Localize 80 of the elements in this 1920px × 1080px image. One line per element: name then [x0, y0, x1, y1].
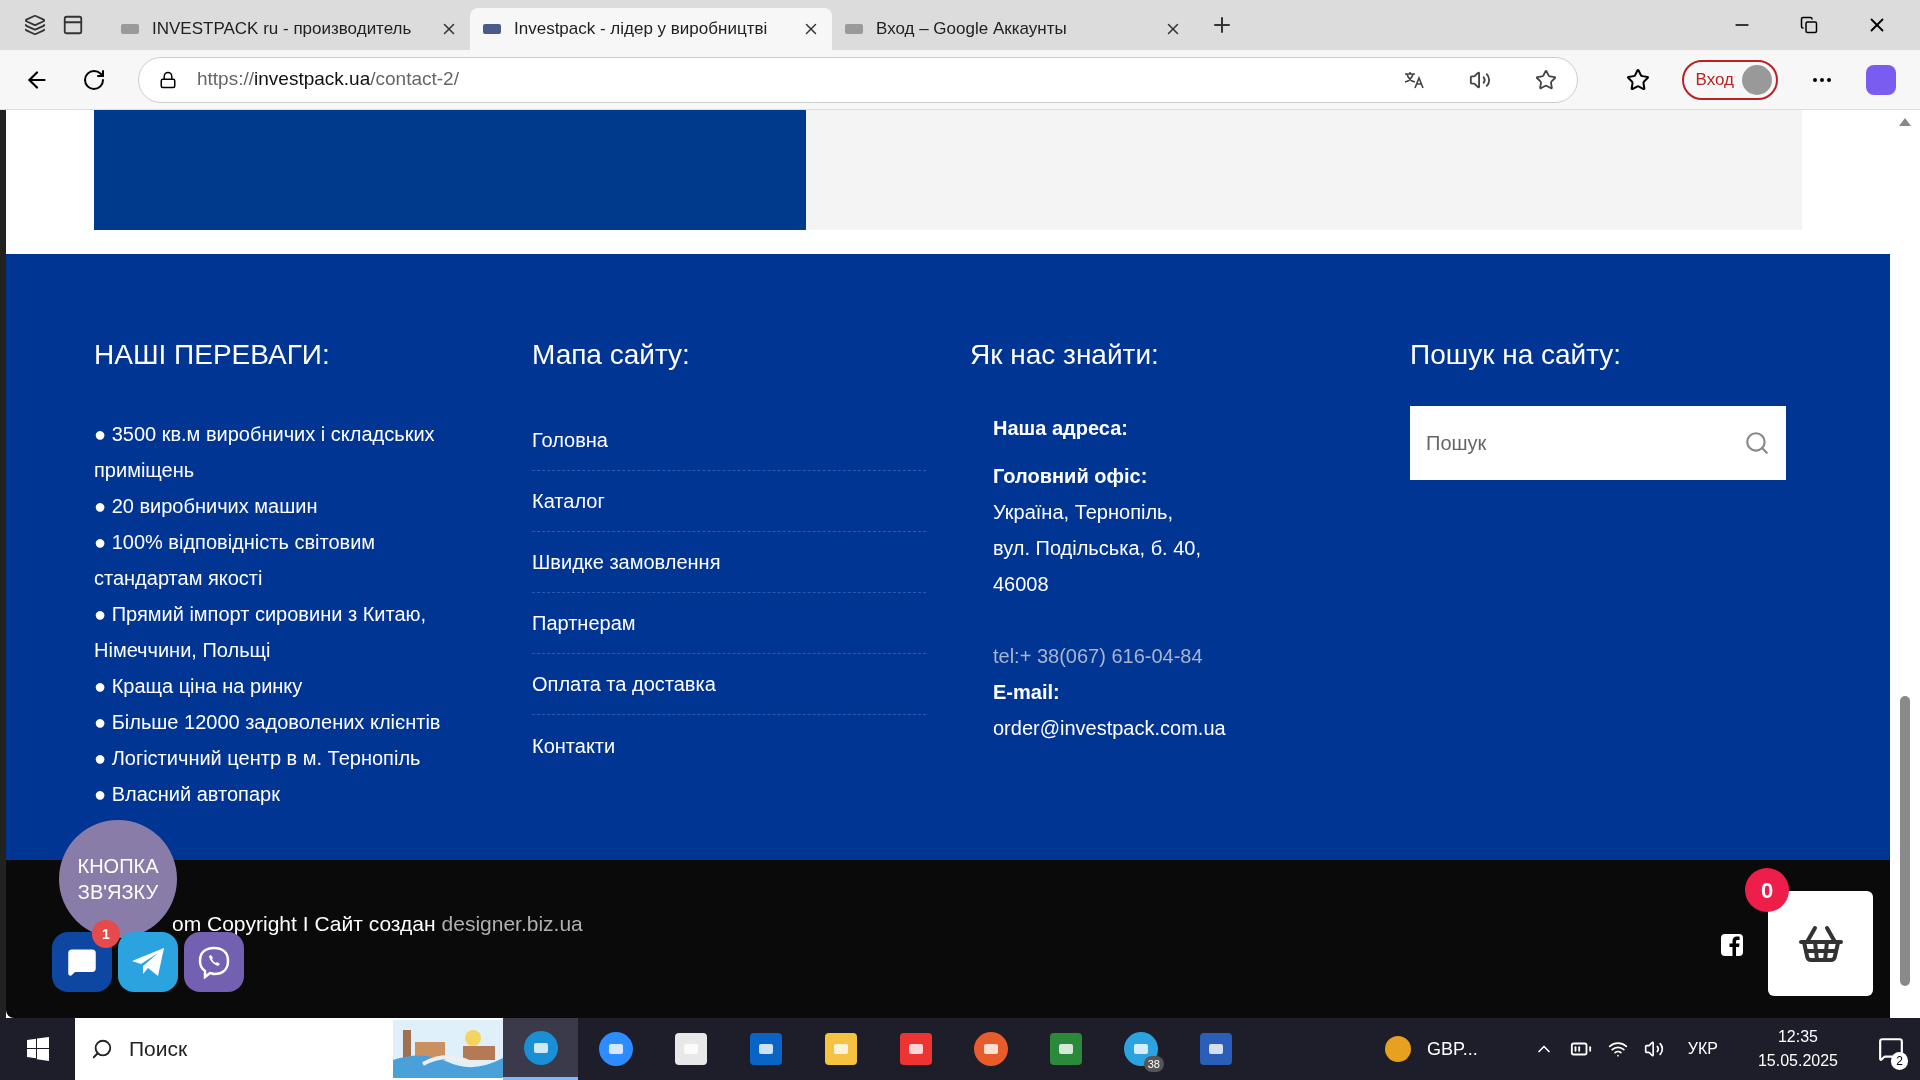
- notification-count: 2: [1891, 1052, 1908, 1070]
- address-line: вул. Подільська, б. 40,: [993, 536, 1202, 561]
- restore-icon[interactable]: [1800, 16, 1818, 34]
- paper-plane-icon: [131, 947, 165, 977]
- app-icon: [1122, 1031, 1159, 1067]
- taskbar-app[interactable]: 38: [1103, 1018, 1178, 1080]
- advantage-item: ● 100% відповідність світовим стандартам якості: [94, 530, 377, 591]
- language-indicator[interactable]: УКР: [1687, 1037, 1718, 1061]
- address-line: Україна, Тернопіль,: [993, 500, 1175, 525]
- column-heading: Як нас знайти:: [970, 338, 1160, 372]
- address-field[interactable]: https://investpack.ua/contact-2/: [138, 56, 1578, 103]
- browser-tab[interactable]: Вход – Google Аккаунты: [832, 8, 1194, 50]
- column-heading: Мапа сайту:: [532, 338, 691, 372]
- tab-title: Investpack - лідер у виробництві: [514, 18, 769, 41]
- search-icon[interactable]: [1744, 430, 1770, 456]
- advantage-item: ● 20 виробничих машин: [94, 494, 319, 519]
- app-icon: [897, 1031, 934, 1067]
- chat-icon: [67, 947, 97, 977]
- favorite-icon[interactable]: [1534, 68, 1557, 91]
- phone-bubble-icon: [197, 945, 231, 979]
- windows-icon[interactable]: [25, 1037, 50, 1061]
- workspaces-icon[interactable]: [24, 14, 46, 36]
- sitemap-link[interactable]: Оплата та доставка: [532, 654, 926, 715]
- advantage-item: ● Прямий імпорт сировини з Китаю, Німеччини, Польщі: [94, 602, 428, 663]
- designer-link[interactable]: designer.biz.ua: [441, 908, 583, 940]
- site-icon: [844, 22, 864, 36]
- sitemap-link[interactable]: Головна: [532, 410, 926, 471]
- sitemap-link[interactable]: Контакти: [532, 715, 926, 776]
- column-heading: Пошук на сайту:: [1410, 338, 1623, 372]
- scroll-up-arrow-icon[interactable]: [1899, 118, 1911, 126]
- phone-link[interactable]: tel:+ 38(067) 616-04-84: [993, 638, 1410, 674]
- address-label: Наша адреса:: [993, 416, 1129, 441]
- browser-tab[interactable]: INVESTPACK ru - производитель: [108, 8, 470, 50]
- email-link[interactable]: order@investpack.com.ua: [993, 710, 1410, 746]
- favorites-icon[interactable]: [1625, 67, 1650, 92]
- search-icon: [91, 1038, 113, 1060]
- advantage-item: ● Краща ціна на ринку: [94, 674, 304, 699]
- sitemap-link[interactable]: Швидке замовлення: [532, 532, 926, 593]
- currency-widget[interactable]: GBP...: [1427, 1035, 1478, 1063]
- tab-actions-icon[interactable]: [62, 14, 84, 36]
- app-icon: [747, 1031, 784, 1067]
- app-icon: [972, 1031, 1009, 1067]
- advantage-item: ● Більше 12000 задоволених клієнтів: [94, 710, 442, 735]
- site-icon: [482, 22, 502, 36]
- column-heading: НАШІ ПЕРЕВАГИ:: [94, 338, 331, 372]
- app-icon: [522, 1029, 559, 1066]
- advantage-item: ● Логістичний центр в м. Тернопіль: [94, 746, 422, 771]
- avatar-icon: [1742, 64, 1772, 95]
- reload-icon[interactable]: [82, 67, 106, 92]
- taskbar-app[interactable]: [503, 1018, 578, 1080]
- telegram-button[interactable]: [118, 932, 178, 992]
- advantage-item: ● Власний автопарк: [94, 782, 281, 807]
- email-label: E-mail:: [993, 680, 1061, 705]
- search-field[interactable]: Пошук: [1410, 406, 1786, 480]
- url-text: https://investpack.ua/contact-2/: [197, 67, 460, 92]
- office-label: Головний офіс:: [993, 464, 1149, 489]
- tab-title: Вход – Google Аккаунты: [876, 18, 1068, 41]
- app-icon: [822, 1031, 859, 1067]
- app-icon: [1047, 1031, 1084, 1067]
- taskbar-search-field[interactable]: Поиск: [75, 1018, 503, 1080]
- facebook-icon[interactable]: [1721, 934, 1743, 956]
- lock-icon: [159, 70, 177, 89]
- browser-tab[interactable]: Investpack - лідер у виробництві: [470, 8, 832, 50]
- translate-icon[interactable]: [1402, 69, 1425, 90]
- profile-button[interactable]: Вход: [1681, 59, 1778, 100]
- clock-date[interactable]: 15.05.2025: [1757, 1049, 1838, 1073]
- app-icon: [672, 1031, 709, 1067]
- app-icon: [597, 1031, 634, 1067]
- address-line: 46008: [993, 572, 1050, 597]
- sitemap-link[interactable]: Каталог: [532, 471, 926, 532]
- site-icon: [120, 22, 140, 36]
- sitemap-link[interactable]: Партнерам: [532, 593, 926, 654]
- tab-title: INVESTPACK ru - производитель: [152, 18, 413, 41]
- volume-icon[interactable]: [1643, 1039, 1664, 1059]
- wifi-icon[interactable]: [1607, 1039, 1628, 1059]
- app-icon: [1197, 1031, 1234, 1067]
- scrollbar-thumb[interactable]: [1900, 696, 1910, 986]
- advantage-item: ● 3500 кв.м виробничих і складських приміщень: [94, 422, 436, 483]
- clock-time[interactable]: 12:35: [1777, 1025, 1818, 1049]
- search-placeholder: Поиск: [129, 1036, 189, 1063]
